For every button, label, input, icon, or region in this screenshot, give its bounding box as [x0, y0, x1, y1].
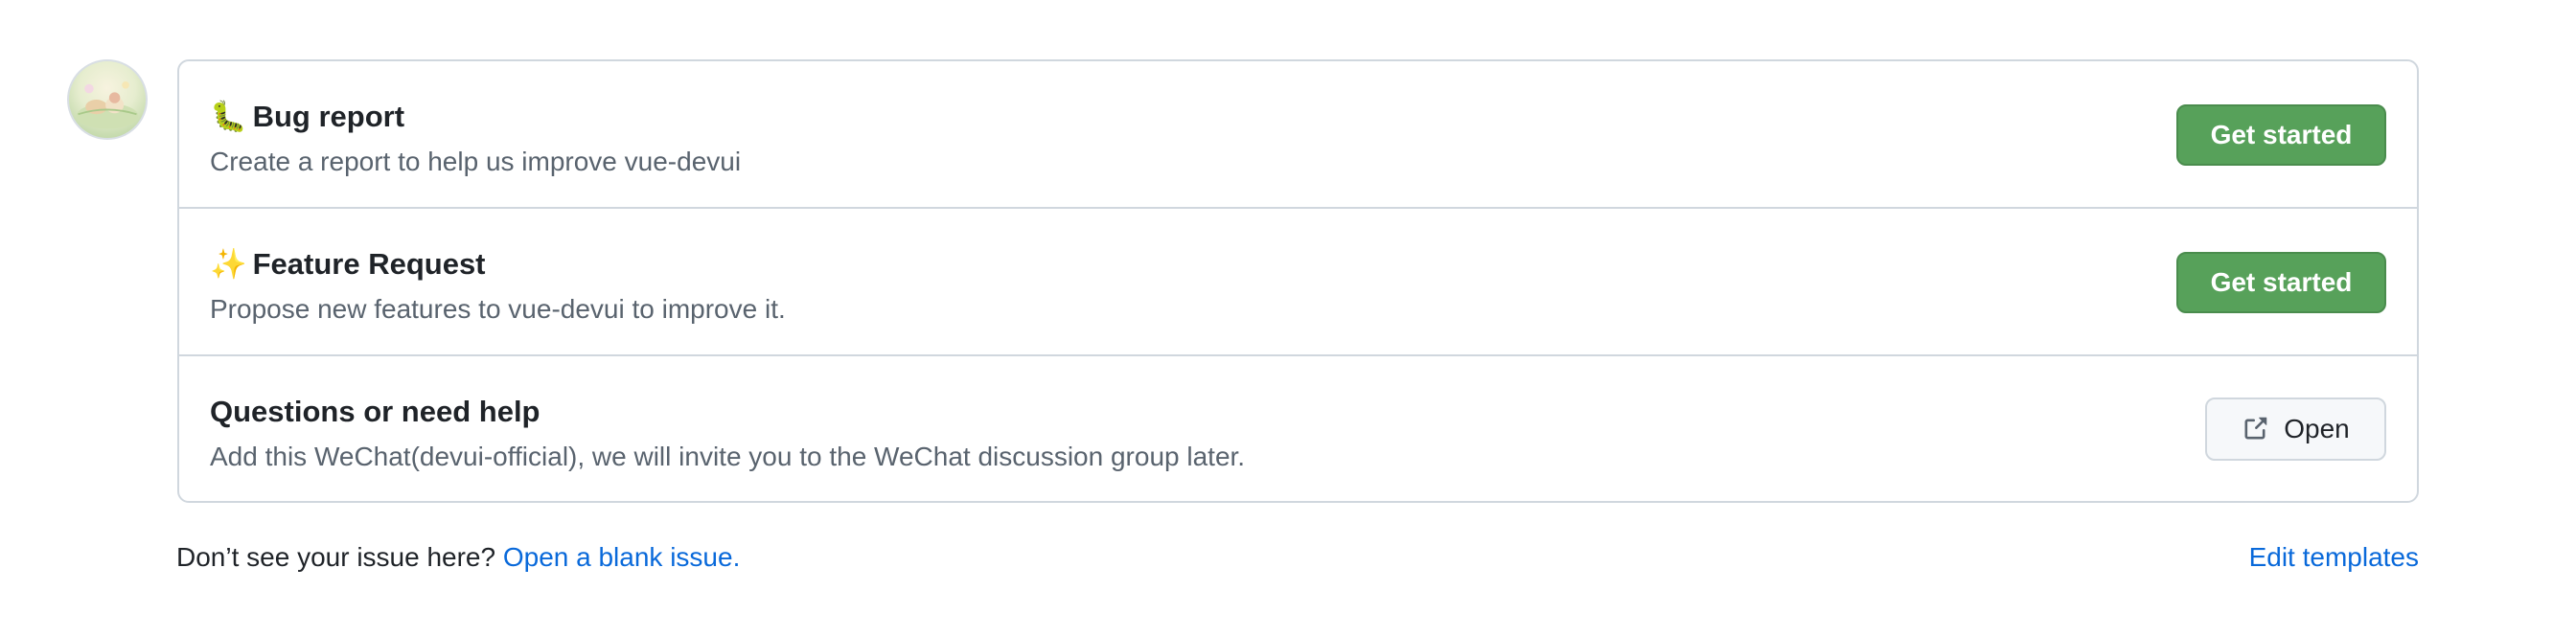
template-row-questions: Questions or need help Add this WeChat(d… — [179, 356, 2417, 501]
template-description: Propose new features to vue-devui to imp… — [210, 294, 786, 324]
footer-prompt: Don’t see your issue here? — [176, 542, 496, 572]
get-started-button[interactable]: Get started — [2176, 252, 2386, 313]
template-row-bug-report: 🐛 Bug report Create a report to help us i… — [179, 61, 2417, 209]
template-row-feature-request: ✨ Feature Request Propose new features to… — [179, 209, 2417, 356]
template-title: 🐛 Bug report — [210, 98, 404, 136]
sparkles-icon: ✨ — [210, 247, 247, 281]
template-list: 🐛 Bug report Create a report to help us i… — [177, 59, 2419, 503]
template-title-text: Feature Request — [252, 247, 486, 281]
footer-blank-issue: Don’t see your issue here? Open a blank … — [176, 539, 740, 576]
template-title-text: Questions or need help — [210, 395, 540, 428]
avatar-illustration — [76, 80, 139, 129]
edit-templates-link[interactable]: Edit templates — [2249, 539, 2419, 576]
template-description: Create a report to help us improve vue-d… — [210, 147, 742, 176]
template-title: Questions or need help — [210, 393, 540, 431]
template-description: Add this WeChat(devui-official), we will… — [210, 442, 1246, 471]
open-blank-issue-link[interactable]: Open a blank issue. — [503, 542, 741, 572]
get-started-button[interactable]: Get started — [2176, 104, 2386, 166]
bug-icon: 🐛 — [210, 100, 247, 133]
issue-template-chooser: 🐛 Bug report Create a report to help us i… — [0, 0, 2576, 636]
template-title: ✨ Feature Request — [210, 245, 486, 284]
link-external-icon — [2244, 417, 2267, 440]
open-button-label: Open — [2284, 414, 2350, 443]
open-button[interactable]: Open — [2205, 398, 2386, 461]
template-title-text: Bug report — [252, 100, 405, 133]
avatar[interactable] — [67, 59, 148, 140]
